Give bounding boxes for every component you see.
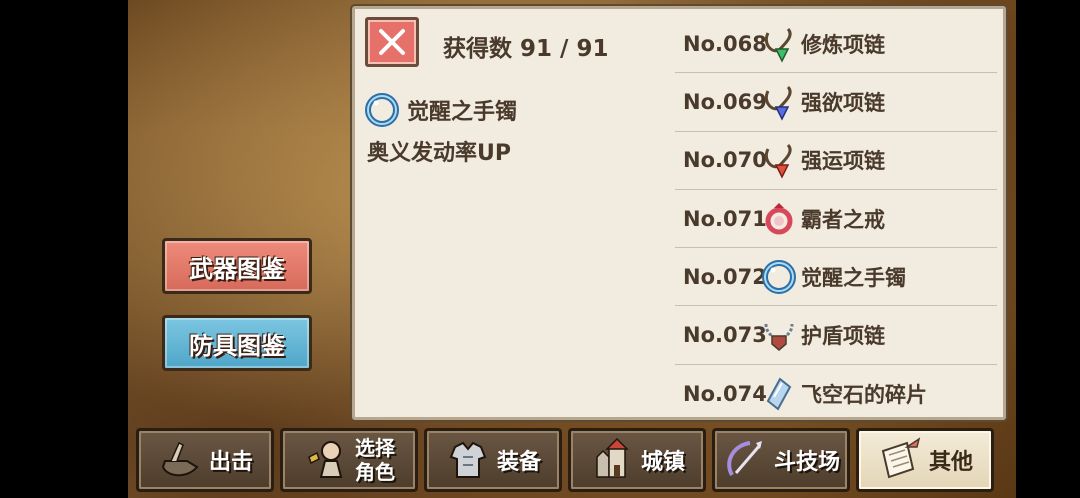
list-item[interactable]: No.070 强运项链 [675,132,997,190]
list-item[interactable]: No.071 霸者之戒 [675,190,997,249]
castle-icon [589,437,635,483]
tab-label-bottom: 角色 [355,460,395,484]
collection-count: 获得数 91 / 91 [443,29,608,63]
item-name: 修炼项链 [801,32,885,57]
item-name: 护盾项链 [801,324,885,349]
tab-equipment[interactable]: 装备 [424,428,562,492]
crystal-shard-icon [759,374,799,414]
item-list: No.068 修炼项链 No.069 强欲项链 No.070 强运项链 No.0… [675,15,997,423]
tab-sortie[interactable]: 出击 [136,428,274,492]
catalog-panel: 获得数 91 / 91 觉醒之手镯 奥义发动率UP No.068 修炼项链 No… [352,6,1006,420]
list-item[interactable]: No.074 飞空石的碎片 [675,365,997,423]
count-label: 获得数 [443,36,512,62]
close-button[interactable] [365,17,419,67]
scroll-icon [877,437,923,483]
armor-catalog-button[interactable]: 防具图鉴 [162,315,312,371]
count-value: 91 / 91 [520,36,609,62]
armor-icon [445,437,491,483]
necklace-green-icon [759,24,799,64]
item-number: No.068 [683,31,767,56]
selected-item-label: 觉醒之手镯 [407,100,518,125]
tab-label-top: 选择 [355,436,395,460]
necklace-red-icon [759,140,799,180]
close-icon [379,29,405,55]
item-name: 飞空石的碎片 [801,382,927,407]
sortie-icon [157,437,203,483]
item-number: No.070 [683,148,767,173]
tab-label: 装备 [496,450,541,475]
weapon-catalog-button[interactable]: 武器图鉴 [162,238,312,294]
selected-item-name: 觉醒之手镯 [363,91,517,129]
tab-select-character[interactable]: 选择 角色 [280,428,418,492]
tab-label: 斗技场 [773,450,840,475]
bracelet-icon [365,93,399,127]
item-name: 霸者之戒 [801,207,885,232]
list-item[interactable]: No.069 强欲项链 [675,73,997,132]
character-icon [303,437,349,483]
list-item[interactable]: No.072 觉醒之手镯 [675,248,997,307]
tab-label: 城镇 [640,450,685,475]
bracelet-icon [759,257,799,297]
tab-label: 其他 [928,450,973,475]
ring-icon [759,199,799,239]
item-number: No.074 [683,381,767,406]
tab-arena[interactable]: 斗技场 [712,428,850,492]
item-name: 强欲项链 [801,90,885,115]
necklace-blue-icon [759,82,799,122]
tab-town[interactable]: 城镇 [568,428,706,492]
item-number: No.069 [683,89,767,114]
item-name: 强运项链 [801,149,885,174]
shield-necklace-icon [759,315,799,355]
selected-item-description: 奥义发动率UP [367,141,511,166]
list-item[interactable]: No.068 修炼项链 [675,15,997,74]
bottom-nav: 出击 选择 角色 装备 城镇 斗技场 其他 [136,428,1004,494]
arena-icon [722,437,768,483]
item-number: No.071 [683,206,767,231]
tab-label: 出击 [208,450,253,475]
tab-other[interactable]: 其他 [856,428,994,492]
item-name: 觉醒之手镯 [801,265,906,290]
item-number: No.073 [683,323,767,348]
item-number: No.072 [683,264,767,289]
list-item[interactable]: No.073 护盾项链 [675,306,997,365]
